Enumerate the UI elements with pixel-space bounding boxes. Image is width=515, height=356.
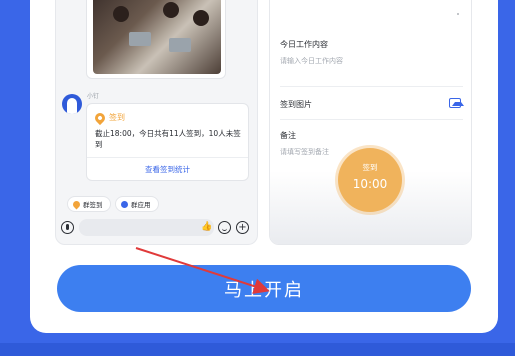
chat-preview: 小钉 签到 截止18:00，今日共有11人签到，10人未签到 查看签到统计 群签… xyxy=(55,0,258,245)
image-icon[interactable] xyxy=(449,98,464,108)
location-pin-icon xyxy=(92,110,108,125)
work-content-label: 今日工作内容 xyxy=(280,40,328,49)
emoji-icon[interactable] xyxy=(218,221,231,234)
check-in-photo-label: 签到图片 xyxy=(280,100,312,109)
bottom-strip xyxy=(0,343,515,356)
avatar xyxy=(62,94,82,114)
check-in-button[interactable]: 签到 10:00 xyxy=(338,148,402,212)
note-field[interactable]: 请填写签到备注 xyxy=(280,147,329,157)
chip-label: 群签到 xyxy=(83,201,103,209)
divider xyxy=(87,157,248,158)
view-sign-in-stats-link[interactable]: 查看签到统计 xyxy=(87,164,248,175)
group-sign-in-chip[interactable]: 群签到 xyxy=(67,196,111,212)
more-icon xyxy=(457,13,459,15)
start-now-button[interactable]: 马上开启 xyxy=(57,265,471,312)
app-icon xyxy=(121,200,128,208)
sign-in-card[interactable]: 签到 截止18:00，今日共有11人签到，10人未签到 查看签到统计 xyxy=(86,103,249,181)
plus-icon[interactable]: + xyxy=(236,221,249,234)
check-in-label: 签到 xyxy=(362,163,378,172)
chip-label: 群应用 xyxy=(131,201,151,209)
group-apps-chip[interactable]: 群应用 xyxy=(115,196,159,212)
check-in-time: 10:00 xyxy=(352,177,388,191)
divider xyxy=(280,119,463,120)
divider xyxy=(280,86,463,87)
location-pin-icon xyxy=(71,199,82,209)
microphone-icon[interactable] xyxy=(61,221,74,234)
sign-in-card-title: 签到 xyxy=(109,113,125,122)
message-input[interactable] xyxy=(79,219,214,236)
sign-in-card-header: 签到 xyxy=(92,110,125,125)
sender-name: 小钉 xyxy=(87,93,100,100)
sign-in-summary: 截止18:00，今日共有11人签到，10人未签到 xyxy=(95,129,241,149)
work-content-field[interactable]: 请输入今日工作内容 xyxy=(280,56,343,66)
meeting-photo xyxy=(93,0,221,74)
note-label: 备注 xyxy=(280,131,296,140)
thumbs-up-icon[interactable]: 👍 xyxy=(201,222,212,232)
photo-message xyxy=(86,0,226,79)
message-input-bar: 👍 + xyxy=(56,217,257,239)
